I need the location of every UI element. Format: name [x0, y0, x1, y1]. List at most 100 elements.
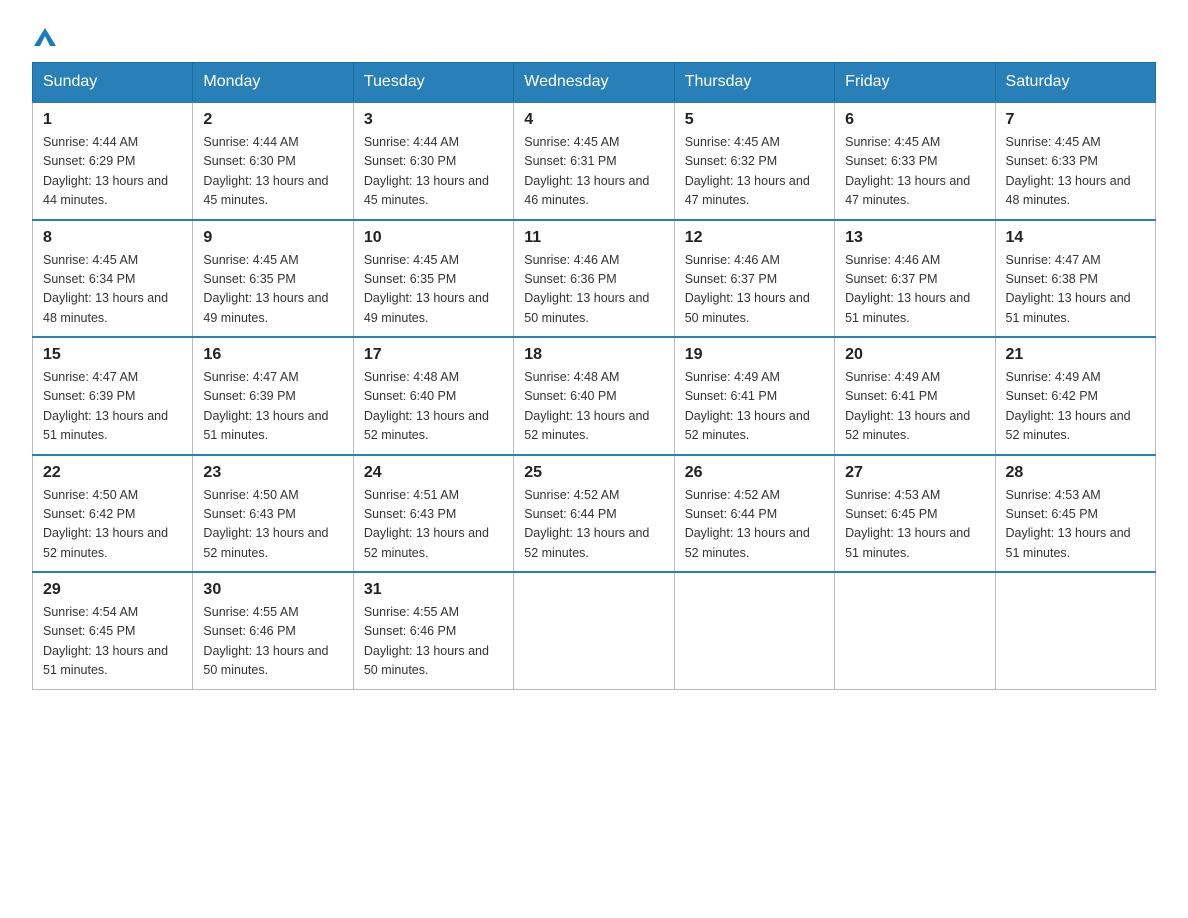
weekday-header-saturday: Saturday [995, 63, 1155, 103]
calendar-cell: 3 Sunrise: 4:44 AMSunset: 6:30 PMDayligh… [353, 102, 513, 220]
day-number: 31 [364, 581, 503, 599]
day-number: 11 [524, 229, 663, 247]
calendar-cell: 15 Sunrise: 4:47 AMSunset: 6:39 PMDaylig… [33, 337, 193, 455]
day-info: Sunrise: 4:45 AMSunset: 6:33 PMDaylight:… [845, 135, 970, 207]
calendar-cell: 1 Sunrise: 4:44 AMSunset: 6:29 PMDayligh… [33, 102, 193, 220]
weekday-header-monday: Monday [193, 63, 353, 103]
day-number: 16 [203, 346, 342, 364]
day-number: 15 [43, 346, 182, 364]
day-info: Sunrise: 4:50 AMSunset: 6:43 PMDaylight:… [203, 488, 328, 560]
logo-triangle-icon [34, 24, 56, 46]
calendar-cell: 16 Sunrise: 4:47 AMSunset: 6:39 PMDaylig… [193, 337, 353, 455]
day-info: Sunrise: 4:45 AMSunset: 6:31 PMDaylight:… [524, 135, 649, 207]
day-number: 26 [685, 464, 824, 482]
calendar-week-row: 15 Sunrise: 4:47 AMSunset: 6:39 PMDaylig… [33, 337, 1156, 455]
day-number: 19 [685, 346, 824, 364]
calendar-cell [514, 572, 674, 689]
day-number: 27 [845, 464, 984, 482]
calendar-week-row: 22 Sunrise: 4:50 AMSunset: 6:42 PMDaylig… [33, 455, 1156, 573]
day-number: 22 [43, 464, 182, 482]
weekday-header-thursday: Thursday [674, 63, 834, 103]
calendar-cell: 18 Sunrise: 4:48 AMSunset: 6:40 PMDaylig… [514, 337, 674, 455]
calendar-cell: 6 Sunrise: 4:45 AMSunset: 6:33 PMDayligh… [835, 102, 995, 220]
calendar-table: SundayMondayTuesdayWednesdayThursdayFrid… [32, 62, 1156, 690]
day-info: Sunrise: 4:49 AMSunset: 6:41 PMDaylight:… [685, 370, 810, 442]
day-number: 29 [43, 581, 182, 599]
day-info: Sunrise: 4:47 AMSunset: 6:38 PMDaylight:… [1006, 253, 1131, 325]
day-info: Sunrise: 4:49 AMSunset: 6:42 PMDaylight:… [1006, 370, 1131, 442]
day-info: Sunrise: 4:55 AMSunset: 6:46 PMDaylight:… [203, 605, 328, 677]
day-number: 7 [1006, 111, 1145, 129]
day-number: 30 [203, 581, 342, 599]
calendar-cell: 17 Sunrise: 4:48 AMSunset: 6:40 PMDaylig… [353, 337, 513, 455]
day-info: Sunrise: 4:49 AMSunset: 6:41 PMDaylight:… [845, 370, 970, 442]
day-info: Sunrise: 4:45 AMSunset: 6:35 PMDaylight:… [203, 253, 328, 325]
calendar-cell: 30 Sunrise: 4:55 AMSunset: 6:46 PMDaylig… [193, 572, 353, 689]
calendar-cell: 4 Sunrise: 4:45 AMSunset: 6:31 PMDayligh… [514, 102, 674, 220]
calendar-cell: 31 Sunrise: 4:55 AMSunset: 6:46 PMDaylig… [353, 572, 513, 689]
calendar-week-row: 29 Sunrise: 4:54 AMSunset: 6:45 PMDaylig… [33, 572, 1156, 689]
day-info: Sunrise: 4:45 AMSunset: 6:35 PMDaylight:… [364, 253, 489, 325]
calendar-cell: 22 Sunrise: 4:50 AMSunset: 6:42 PMDaylig… [33, 455, 193, 573]
day-info: Sunrise: 4:50 AMSunset: 6:42 PMDaylight:… [43, 488, 168, 560]
day-number: 4 [524, 111, 663, 129]
calendar-week-row: 1 Sunrise: 4:44 AMSunset: 6:29 PMDayligh… [33, 102, 1156, 220]
calendar-cell: 10 Sunrise: 4:45 AMSunset: 6:35 PMDaylig… [353, 220, 513, 338]
day-info: Sunrise: 4:52 AMSunset: 6:44 PMDaylight:… [685, 488, 810, 560]
day-number: 23 [203, 464, 342, 482]
weekday-header-wednesday: Wednesday [514, 63, 674, 103]
day-info: Sunrise: 4:48 AMSunset: 6:40 PMDaylight:… [524, 370, 649, 442]
day-info: Sunrise: 4:46 AMSunset: 6:36 PMDaylight:… [524, 253, 649, 325]
day-info: Sunrise: 4:47 AMSunset: 6:39 PMDaylight:… [203, 370, 328, 442]
logo [32, 24, 56, 42]
day-number: 5 [685, 111, 824, 129]
day-number: 10 [364, 229, 503, 247]
calendar-cell: 13 Sunrise: 4:46 AMSunset: 6:37 PMDaylig… [835, 220, 995, 338]
day-number: 24 [364, 464, 503, 482]
day-number: 14 [1006, 229, 1145, 247]
calendar-cell: 19 Sunrise: 4:49 AMSunset: 6:41 PMDaylig… [674, 337, 834, 455]
calendar-cell [835, 572, 995, 689]
day-info: Sunrise: 4:55 AMSunset: 6:46 PMDaylight:… [364, 605, 489, 677]
calendar-cell [674, 572, 834, 689]
day-info: Sunrise: 4:44 AMSunset: 6:30 PMDaylight:… [364, 135, 489, 207]
day-number: 12 [685, 229, 824, 247]
calendar-cell: 7 Sunrise: 4:45 AMSunset: 6:33 PMDayligh… [995, 102, 1155, 220]
calendar-cell: 11 Sunrise: 4:46 AMSunset: 6:36 PMDaylig… [514, 220, 674, 338]
calendar-cell: 24 Sunrise: 4:51 AMSunset: 6:43 PMDaylig… [353, 455, 513, 573]
calendar-cell: 14 Sunrise: 4:47 AMSunset: 6:38 PMDaylig… [995, 220, 1155, 338]
day-info: Sunrise: 4:45 AMSunset: 6:33 PMDaylight:… [1006, 135, 1131, 207]
day-number: 2 [203, 111, 342, 129]
day-info: Sunrise: 4:44 AMSunset: 6:30 PMDaylight:… [203, 135, 328, 207]
day-info: Sunrise: 4:46 AMSunset: 6:37 PMDaylight:… [845, 253, 970, 325]
weekday-header-sunday: Sunday [33, 63, 193, 103]
calendar-cell: 12 Sunrise: 4:46 AMSunset: 6:37 PMDaylig… [674, 220, 834, 338]
calendar-cell: 21 Sunrise: 4:49 AMSunset: 6:42 PMDaylig… [995, 337, 1155, 455]
calendar-week-row: 8 Sunrise: 4:45 AMSunset: 6:34 PMDayligh… [33, 220, 1156, 338]
day-info: Sunrise: 4:44 AMSunset: 6:29 PMDaylight:… [43, 135, 168, 207]
day-number: 3 [364, 111, 503, 129]
calendar-cell: 8 Sunrise: 4:45 AMSunset: 6:34 PMDayligh… [33, 220, 193, 338]
weekday-header-friday: Friday [835, 63, 995, 103]
calendar-cell [995, 572, 1155, 689]
calendar-header-row: SundayMondayTuesdayWednesdayThursdayFrid… [33, 63, 1156, 103]
day-info: Sunrise: 4:48 AMSunset: 6:40 PMDaylight:… [364, 370, 489, 442]
day-number: 21 [1006, 346, 1145, 364]
page-header [32, 24, 1156, 42]
day-info: Sunrise: 4:53 AMSunset: 6:45 PMDaylight:… [845, 488, 970, 560]
day-number: 25 [524, 464, 663, 482]
logo-icon [32, 24, 56, 42]
calendar-cell: 25 Sunrise: 4:52 AMSunset: 6:44 PMDaylig… [514, 455, 674, 573]
calendar-cell: 23 Sunrise: 4:50 AMSunset: 6:43 PMDaylig… [193, 455, 353, 573]
day-number: 8 [43, 229, 182, 247]
day-number: 9 [203, 229, 342, 247]
day-info: Sunrise: 4:45 AMSunset: 6:34 PMDaylight:… [43, 253, 168, 325]
day-info: Sunrise: 4:54 AMSunset: 6:45 PMDaylight:… [43, 605, 168, 677]
calendar-cell: 20 Sunrise: 4:49 AMSunset: 6:41 PMDaylig… [835, 337, 995, 455]
calendar-cell: 2 Sunrise: 4:44 AMSunset: 6:30 PMDayligh… [193, 102, 353, 220]
day-info: Sunrise: 4:53 AMSunset: 6:45 PMDaylight:… [1006, 488, 1131, 560]
day-number: 28 [1006, 464, 1145, 482]
weekday-header-tuesday: Tuesday [353, 63, 513, 103]
day-number: 17 [364, 346, 503, 364]
calendar-cell: 26 Sunrise: 4:52 AMSunset: 6:44 PMDaylig… [674, 455, 834, 573]
